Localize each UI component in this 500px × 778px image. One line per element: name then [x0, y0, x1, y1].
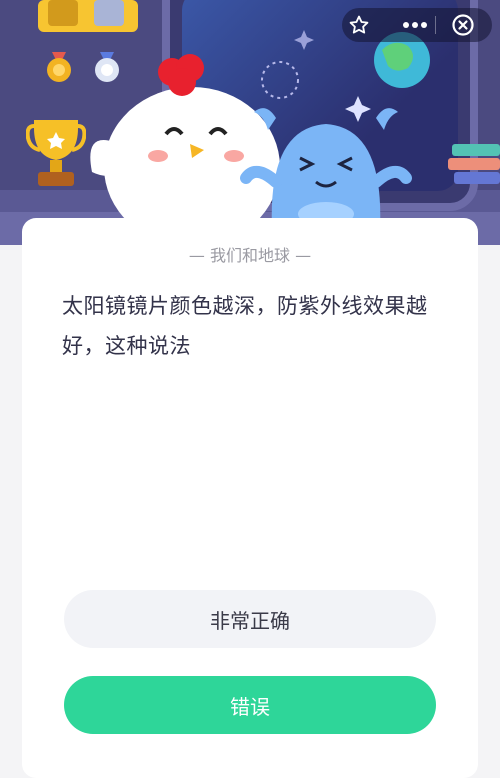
hero-banner [0, 0, 500, 245]
trophy-icon [26, 120, 86, 186]
option-label: 非常正确 [210, 608, 290, 633]
books [448, 144, 500, 184]
more-icon [403, 22, 427, 28]
favorite-button[interactable] [342, 8, 376, 42]
close-icon [452, 14, 474, 36]
question-text: 太阳镜镜片颜色越深，防紫外线效果越好，这种说法 [62, 294, 428, 358]
alien-mascot [240, 108, 412, 228]
subtitle-dash-left: — [188, 246, 210, 265]
option-label: 错误 [230, 694, 270, 719]
question-card: — 我们和地球 — 太阳镜镜片颜色越深，防紫外线效果越好，这种说法 非常正确 错… [22, 218, 478, 778]
close-button[interactable] [446, 8, 480, 42]
option-correct-button[interactable]: 非常正确 [64, 590, 436, 648]
more-button[interactable] [398, 8, 432, 42]
subtitle-text: 我们和地球 [209, 246, 290, 265]
subtitle-dash-right: — [290, 246, 312, 265]
option-wrong-button[interactable]: 错误 [64, 676, 436, 734]
category-subtitle: — 我们和地球 — [22, 242, 478, 266]
capsule-divider [435, 16, 436, 34]
star-icon [349, 15, 369, 34]
